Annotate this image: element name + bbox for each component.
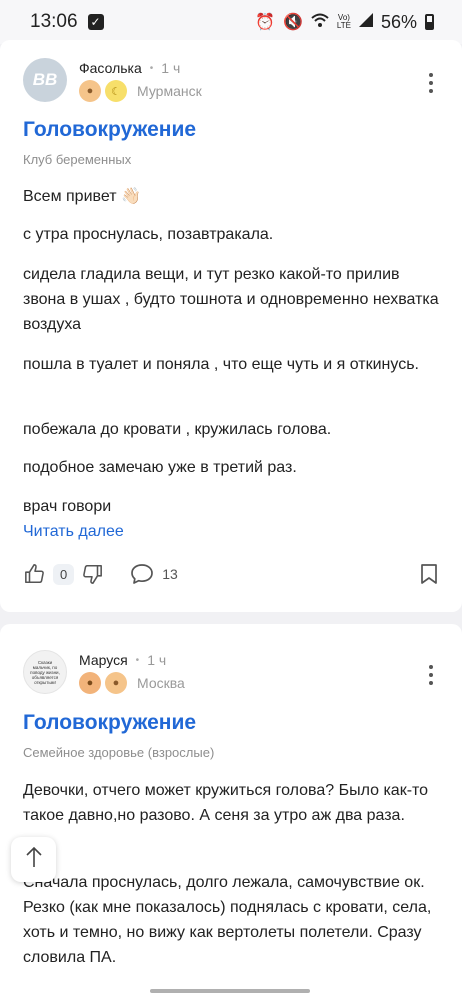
moon-badge-icon: ☾ (105, 80, 127, 102)
post-paragraph: Девочки, отчего может кружиться голова? … (23, 782, 429, 824)
status-bar: 13:06 ✓ ⏰ 🔇 Vo) LTE 56% (0, 0, 462, 44)
status-time: 13:06 (30, 11, 78, 32)
post-paragraph: пошла в туалет и поняла , что еще чуть и… (23, 356, 419, 373)
dislike-icon[interactable] (80, 562, 104, 586)
scroll-to-top-button[interactable] (11, 837, 56, 882)
separator-dot: • (135, 654, 140, 666)
post-paragraph: Всем привет 👋🏻 (23, 188, 141, 205)
arrow-up-icon (25, 846, 43, 873)
notification-icon: ✓ (87, 14, 104, 30)
avatar[interactable]: Сказки мальчик, по поводу жизни, объявля… (23, 650, 67, 694)
wifi-icon (311, 13, 329, 32)
signal-icon (358, 12, 373, 32)
post-paragraph: побежала до кровати , кружилась голова. (23, 421, 332, 438)
post-title[interactable]: Головокружение (23, 711, 196, 735)
boy-badge-icon: ● (105, 672, 127, 694)
girl-badge-icon: ● (79, 672, 101, 694)
post-time: 1 ч (161, 60, 181, 76)
post-header: BB Фасолька • 1 ч ● ☾ Мурманск (23, 58, 202, 102)
post-paragraph: врач говори (23, 498, 112, 515)
alarm-icon: ⏰ (255, 14, 275, 31)
post-paragraph: с утра проснулась, позавтракала. (23, 226, 274, 243)
battery-percent: 56% (380, 11, 417, 32)
likes-count: 0 (53, 563, 75, 585)
post-paragraph: сидела гладила вещи, и тут резко какой-т… (23, 266, 439, 333)
more-options-icon[interactable] (428, 665, 434, 685)
post-paragraph: Сначала проснулась, долго лежала, самочу… (23, 874, 432, 966)
post-time: 1 ч (147, 652, 167, 668)
post-paragraph: подобное замечаю уже в третий раз. (23, 459, 297, 476)
post-actions: 0 13 (23, 561, 441, 587)
more-options-icon[interactable] (428, 73, 434, 93)
home-indicator[interactable] (150, 989, 310, 993)
author-city: Москва (137, 675, 185, 691)
author-name[interactable]: Фасолька (79, 60, 142, 76)
bookmark-icon[interactable] (417, 562, 441, 586)
comments-count: 13 (162, 566, 178, 582)
author-city: Мурманск (137, 83, 202, 99)
avatar[interactable]: BB (23, 58, 67, 102)
post-title[interactable]: Головокружение (23, 118, 196, 142)
boy-badge-icon: ● (79, 80, 101, 102)
comment-icon[interactable] (130, 562, 154, 586)
lte-icon: Vo) LTE (336, 13, 351, 30)
post-card[interactable]: Сказки мальчик, по поводу жизни, объявля… (0, 624, 462, 1000)
club-name[interactable]: Семейное здоровье (взрослые) (23, 745, 214, 760)
read-more-link[interactable]: Читать далее (23, 523, 124, 541)
battery-icon (425, 14, 434, 30)
like-icon[interactable] (23, 562, 47, 586)
club-name[interactable]: Клуб беременных (23, 152, 131, 167)
status-icons: ⏰ 🔇 Vo) LTE 56% (255, 12, 434, 33)
mute-icon: 🔇 (282, 14, 303, 31)
post-header: Сказки мальчик, по поводу жизни, объявля… (23, 650, 185, 694)
separator-dot: • (149, 62, 154, 74)
author-name[interactable]: Маруся (79, 652, 128, 668)
post-card[interactable]: BB Фасолька • 1 ч ● ☾ Мурманск Головокру… (0, 40, 462, 612)
